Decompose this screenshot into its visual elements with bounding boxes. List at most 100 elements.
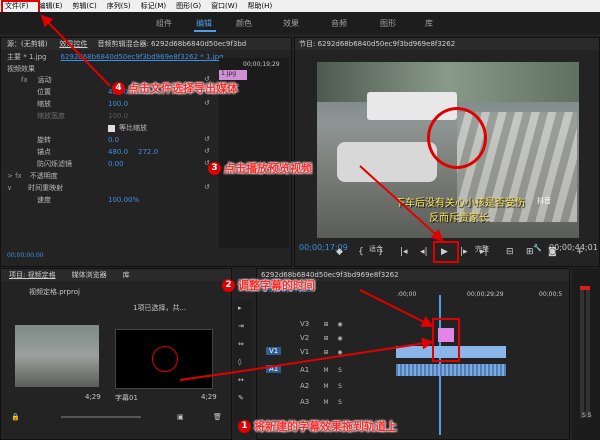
menu-clip[interactable]: 剪辑(C) bbox=[67, 1, 101, 11]
title-clip-highlight bbox=[432, 318, 460, 362]
a1-source-target[interactable]: A1 bbox=[266, 365, 282, 373]
reset-anchor-icon[interactable]: ↺ bbox=[204, 147, 210, 155]
rotation-value[interactable]: 0.0 bbox=[108, 136, 119, 144]
tools-panel: ▸ ⇥ ⇔ ◊ ↔ ✎ bbox=[234, 300, 252, 420]
track-a3-solo-icon[interactable]: S bbox=[334, 397, 346, 407]
workspace-tab-audio[interactable]: 音频 bbox=[331, 18, 347, 29]
speed-label: 速度 bbox=[37, 196, 51, 204]
razor-icon[interactable]: ◊ bbox=[238, 358, 241, 366]
track-v1-eye-icon[interactable]: ◉ bbox=[334, 347, 346, 357]
play-button-highlight bbox=[433, 241, 459, 263]
scale-value[interactable]: 100.0 bbox=[108, 100, 128, 108]
workspace-tab-editing[interactable]: 编辑 bbox=[196, 18, 212, 29]
reset-scale-icon[interactable]: ↺ bbox=[204, 99, 210, 107]
annotation-4: 4 点击文件选择导出媒体 bbox=[112, 80, 238, 96]
annotation-3: 3 点击播放预览视频 bbox=[208, 160, 312, 176]
tab-audio-clip-mixer[interactable]: 音频剪辑混合器: 6292d68b6840d50ec9f3bd bbox=[97, 39, 246, 49]
menu-help[interactable]: 帮助(H) bbox=[242, 1, 277, 11]
selection-tool-icon[interactable]: ▸ bbox=[238, 304, 242, 312]
anchor-y-value[interactable]: 272.0 bbox=[138, 148, 158, 156]
reset-rotation-icon[interactable]: ↺ bbox=[204, 135, 210, 143]
track-a2-solo-icon[interactable]: S bbox=[334, 381, 346, 391]
track-v3: V3 ⊞ ◉ bbox=[260, 317, 565, 331]
track-v3-lock-icon[interactable]: ⊞ bbox=[320, 319, 332, 329]
menu-marker[interactable]: 标记(M) bbox=[136, 1, 172, 11]
program-monitor-title: 节目: 6292d68b6840d50ec9f3bd969e8f3262 bbox=[295, 38, 599, 50]
mark-out-icon[interactable]: } bbox=[378, 247, 384, 257]
menu-graphics[interactable]: 图形(G) bbox=[171, 1, 206, 11]
speed-value[interactable]: 100.00% bbox=[108, 196, 139, 204]
step-back-icon[interactable]: ◂| bbox=[420, 247, 428, 257]
new-bin-icon[interactable]: ▣ bbox=[177, 413, 184, 421]
track-select-icon[interactable]: ⇥ bbox=[238, 322, 244, 330]
program-monitor-panel: 节目: 6292d68b6840d50ec9f3bd969e8f3262 下车后… bbox=[294, 37, 600, 267]
lift-icon[interactable]: ⊟ bbox=[506, 247, 514, 257]
track-a2-mute-icon[interactable]: M bbox=[320, 381, 332, 391]
track-v2-eye-icon[interactable]: ◉ bbox=[334, 333, 346, 343]
mini-timeline-time: 00;00;19;29 bbox=[243, 61, 280, 68]
ruler-mid: 00;00;29;29 bbox=[467, 291, 504, 298]
tab-project[interactable]: 项目: 视频定格 bbox=[9, 270, 56, 280]
track-a3-mute-icon[interactable]: M bbox=[320, 397, 332, 407]
reset-time-remap-icon[interactable]: ↺ bbox=[204, 183, 210, 191]
ruler-end: 00;00;5 bbox=[539, 291, 563, 298]
pen-icon[interactable]: ✎ bbox=[238, 394, 244, 402]
project-item-video-duration: 4;29 bbox=[85, 393, 101, 401]
mini-timeline-clip[interactable]: 1.jpg bbox=[219, 70, 247, 80]
menu-window[interactable]: 窗口(W) bbox=[206, 1, 242, 11]
audio-clip-a1[interactable] bbox=[396, 364, 506, 376]
highlight-circle bbox=[427, 107, 487, 169]
master-clip-label[interactable]: 主要 * 1.jpg bbox=[7, 52, 46, 62]
workspace-tab-libraries[interactable]: 库 bbox=[425, 18, 433, 29]
add-button-icon[interactable]: + bbox=[576, 247, 584, 257]
project-item-video-thumb[interactable] bbox=[15, 325, 99, 387]
tab-effect-controls[interactable]: 效果控件 bbox=[59, 39, 87, 49]
trash-icon[interactable]: 🗑 bbox=[213, 413, 222, 421]
effect-controls-timecode[interactable]: 00;00;00;00 bbox=[7, 252, 44, 259]
motion-label[interactable]: 运动 bbox=[38, 75, 52, 85]
annotation-2: 2 调整字幕的时间 bbox=[222, 277, 315, 293]
menu-bar: 文件(F) 编辑(E) 剪辑(C) 序列(S) 标记(M) 图形(G) 窗口(W… bbox=[0, 0, 600, 12]
anchor-x-value[interactable]: 480.0 bbox=[108, 148, 128, 156]
v1-source-target[interactable]: V1 bbox=[266, 347, 282, 355]
rotation-label: 旋转 bbox=[37, 136, 51, 144]
track-a1-solo-icon[interactable]: S bbox=[334, 365, 346, 375]
track-a3: A3 M S bbox=[260, 395, 565, 409]
flicker-label: 防闪烁滤镜 bbox=[37, 160, 72, 168]
extract-icon[interactable]: ⊞ bbox=[526, 247, 534, 257]
ripple-edit-icon[interactable]: ⇔ bbox=[238, 340, 244, 348]
flicker-value[interactable]: 0.00 bbox=[108, 160, 124, 168]
track-v1-lock-icon[interactable]: ⊞ bbox=[320, 347, 332, 357]
anchor-label: 锚点 bbox=[37, 148, 51, 156]
tab-media-browser[interactable]: 媒体浏览器 bbox=[72, 270, 107, 280]
project-item-title-thumb[interactable] bbox=[115, 329, 213, 389]
menu-sequence[interactable]: 序列(S) bbox=[102, 1, 136, 11]
workspace-tab-graphics[interactable]: 图形 bbox=[380, 18, 396, 29]
step-forward-icon[interactable]: |▸ bbox=[460, 247, 468, 257]
tab-library[interactable]: 库 bbox=[123, 270, 130, 280]
slip-icon[interactable]: ↔ bbox=[238, 376, 244, 384]
mark-in-icon[interactable]: { bbox=[358, 247, 364, 257]
track-v2-lock-icon[interactable]: ⊞ bbox=[320, 333, 332, 343]
uniform-scale-checkbox[interactable] bbox=[108, 124, 115, 132]
track-a1-mute-icon[interactable]: M bbox=[320, 365, 332, 375]
wrench-icon[interactable]: 🔧 bbox=[533, 244, 542, 252]
go-to-in-icon[interactable]: |◂ bbox=[400, 247, 408, 257]
workspace-tab-color[interactable]: 颜色 bbox=[236, 18, 252, 29]
video-caption-line1: 下车后没有关心小孩是否受伤 bbox=[395, 198, 525, 209]
clip-name[interactable]: 6292d68b6840d50ec9f3bd969e8f3262 * 1.jpg bbox=[60, 53, 223, 61]
track-v3-eye-icon[interactable]: ◉ bbox=[334, 319, 346, 329]
go-to-out-icon[interactable]: ▸| bbox=[480, 247, 488, 257]
project-panel: 项目: 视频定格 媒体浏览器 库 视频定格.prproj 1项已选择，共... … bbox=[0, 268, 232, 440]
time-remap-label[interactable]: 时间重映射 bbox=[28, 183, 63, 193]
workspace-tab-assembly[interactable]: 组件 bbox=[156, 18, 172, 29]
marker-icon[interactable]: ◆ bbox=[336, 247, 343, 257]
zoom-slider[interactable] bbox=[61, 416, 141, 418]
lock-icon[interactable]: 🔒 bbox=[11, 413, 20, 421]
opacity-label[interactable]: 不透明度 bbox=[30, 171, 58, 181]
track-a2: A2 M S bbox=[260, 379, 565, 393]
tab-source[interactable]: 源：(无剪辑) bbox=[7, 39, 47, 49]
export-frame-icon[interactable]: ◙ bbox=[548, 247, 557, 257]
active-workspace-underline bbox=[194, 30, 216, 32]
workspace-tab-effects[interactable]: 效果 bbox=[283, 18, 299, 29]
